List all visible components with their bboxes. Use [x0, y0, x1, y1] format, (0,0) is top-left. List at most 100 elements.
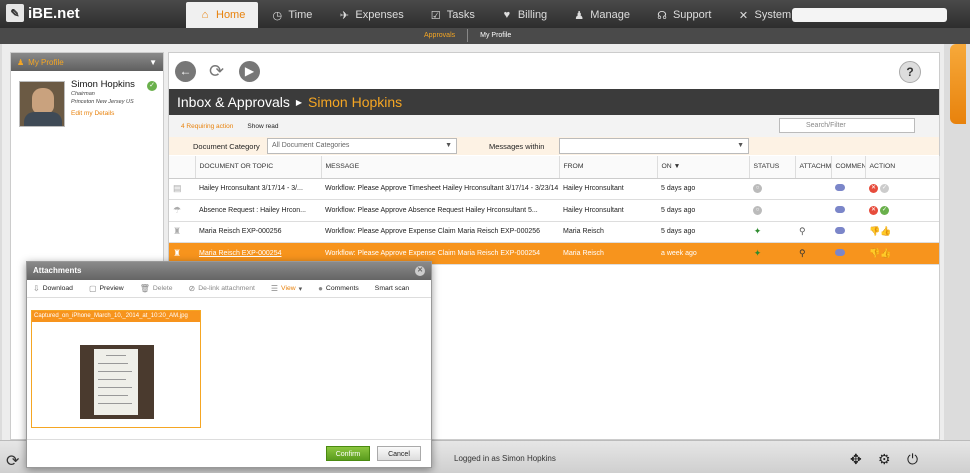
- messages-within-label: Messages within: [489, 141, 545, 151]
- comment-icon[interactable]: [835, 227, 845, 235]
- expense-icon: ♜: [173, 226, 182, 237]
- refresh-button[interactable]: ⟳: [206, 61, 227, 82]
- nav-tasks[interactable]: ☑ Tasks: [417, 2, 488, 28]
- doc-category-select[interactable]: All Document Categories ▼: [267, 138, 457, 154]
- sub-nav: Approvals My Profile: [412, 28, 523, 44]
- preview-button[interactable]: ▢ Preview: [89, 284, 124, 293]
- smart-scan-button[interactable]: Smart scan: [375, 285, 409, 292]
- delink-button[interactable]: ⊘ De-link attachment: [189, 284, 255, 293]
- comment-icon[interactable]: [835, 205, 845, 213]
- absence-icon: ☂: [173, 204, 182, 215]
- profile-location: Princeton New Jersey US: [71, 99, 134, 105]
- gear-icon[interactable]: ⚙: [878, 451, 891, 468]
- col-action[interactable]: ACTION: [865, 156, 940, 179]
- filter-bar: 4 Requiring action Show read Search/Filt…: [169, 115, 939, 137]
- pending-status-icon: ○: [753, 205, 762, 215]
- col-on[interactable]: ON ▼: [657, 156, 750, 179]
- messages-within-select[interactable]: ▼: [559, 138, 749, 154]
- cancel-button[interactable]: Cancel: [377, 446, 421, 461]
- download-icon: ⇩: [33, 284, 40, 293]
- attachments-dialog: Attachments ✕ ⇩ Download ▢ Preview 🗑 Delete…: [26, 261, 432, 468]
- tools-icon: ✕: [738, 9, 749, 22]
- sort-down-icon: ▼: [673, 163, 681, 171]
- search-filter-input[interactable]: Search/Filter: [779, 118, 915, 133]
- top-bar: ✎ iBE.net ⌂ Home ◷ Time ✈ Expenses ☑ Tasks ♥…: [0, 0, 970, 28]
- trash-icon: 🗑: [139, 284, 150, 293]
- dialog-header[interactable]: Attachments ✕: [27, 262, 431, 280]
- clock-icon: ◷: [272, 9, 283, 22]
- doc-category-label: Document Category: [193, 141, 260, 151]
- col-message[interactable]: MESSAGE: [321, 156, 560, 179]
- comment-icon[interactable]: [835, 248, 845, 256]
- download-button[interactable]: ⇩ Download: [33, 284, 73, 293]
- attachment-filename: Captured_on_iPhone_March_10,_2014_at_10:…: [32, 311, 200, 322]
- chevron-down-icon: ▼: [445, 142, 452, 149]
- attachment-thumbnail[interactable]: Captured_on_iPhone_March_10,_2014_at_10:…: [31, 310, 201, 428]
- refresh-icon[interactable]: ⟳: [6, 451, 19, 471]
- side-tab[interactable]: [950, 44, 966, 124]
- avatar: [19, 81, 65, 127]
- heart-icon: ♥: [503, 9, 511, 21]
- col-from[interactable]: FROM: [559, 156, 658, 179]
- thumbs-icon[interactable]: 👎👍: [869, 248, 891, 258]
- view-dropdown[interactable]: ☰ View ▾: [271, 284, 302, 293]
- comment-icon[interactable]: [835, 184, 845, 192]
- nav-time[interactable]: ◷ Time: [258, 2, 325, 28]
- page-title: Inbox & Approvals: [177, 94, 290, 110]
- col-document[interactable]: DOCUMENT OR TOPIC: [195, 156, 322, 179]
- edit-details-link[interactable]: Edit my Details: [71, 110, 114, 117]
- document-link[interactable]: Maria Reisch EXP-000254: [199, 250, 282, 257]
- nav-billing[interactable]: ♥ Billing: [488, 2, 560, 28]
- table-row[interactable]: ▤ Hailey Hrconsultant 3/17/14 - 3/... Wo…: [169, 178, 939, 200]
- unlink-icon: ⊘: [188, 284, 196, 293]
- approve-icon[interactable]: ✓: [880, 205, 889, 215]
- expense-icon: ♜: [173, 247, 182, 258]
- delete-button[interactable]: 🗑 Delete: [140, 284, 173, 293]
- reject-icon[interactable]: ✕: [869, 205, 878, 215]
- table-row[interactable]: ☂ Absence Request : Hailey Hrcon... Work…: [169, 199, 939, 222]
- col-attachment[interactable]: ATTACHM: [795, 156, 832, 179]
- question-icon: ?: [906, 65, 914, 79]
- chevron-down-icon: ▼: [149, 57, 157, 67]
- table-header: DOCUMENT OR TOPIC MESSAGE FROM ON ▼ STAT…: [169, 156, 940, 179]
- help-button[interactable]: ?: [899, 61, 921, 83]
- move-icon[interactable]: ✥: [850, 451, 862, 468]
- global-search-input[interactable]: [792, 8, 947, 22]
- chevron-down-icon: ▼: [737, 142, 744, 149]
- forward-button[interactable]: ▶: [239, 61, 260, 82]
- close-icon[interactable]: ✕: [415, 266, 425, 276]
- preview-icon: ▢: [88, 284, 97, 293]
- thumbs-icon[interactable]: 👎👍: [869, 226, 891, 236]
- requiring-action-filter[interactable]: 4 Requiring action: [181, 123, 233, 130]
- nav-support[interactable]: ☊ Support: [643, 2, 725, 28]
- refresh-icon: ⟳: [208, 61, 225, 81]
- logo-text: iBE.net: [28, 4, 80, 22]
- home-icon: ⌂: [201, 9, 209, 21]
- show-read-filter[interactable]: Show read: [247, 123, 278, 130]
- list-icon: ☰: [270, 284, 279, 293]
- approve-icon[interactable]: ✓: [880, 184, 889, 194]
- table-row[interactable]: ♜ Maria Reisch EXP-000256 Workflow: Plea…: [169, 221, 939, 243]
- app-logo[interactable]: ✎ iBE.net: [6, 4, 80, 22]
- col-icon: [169, 156, 196, 179]
- nav-expenses[interactable]: ✈ Expenses: [325, 2, 416, 28]
- reject-icon[interactable]: ✕: [869, 184, 878, 194]
- nav-home[interactable]: ⌂ Home: [186, 2, 259, 28]
- power-icon[interactable]: ⏻: [907, 451, 918, 468]
- arrow-left-icon: ←: [179, 64, 192, 78]
- comments-button[interactable]: ● Comments: [318, 284, 359, 293]
- user-icon: ♟: [17, 57, 25, 67]
- subnav-my-profile[interactable]: My Profile: [468, 29, 523, 42]
- chevron-down-icon: ▾: [298, 285, 303, 293]
- profile-header[interactable]: ♟ My Profile ▼: [11, 53, 163, 71]
- col-status[interactable]: STATUS: [749, 156, 796, 179]
- nav-manage[interactable]: ♟ Manage: [560, 2, 643, 28]
- subnav-approvals[interactable]: Approvals: [412, 29, 469, 42]
- col-comment[interactable]: COMMENT: [831, 156, 866, 179]
- paperclip-icon[interactable]: ⚲: [799, 248, 806, 258]
- paperclip-icon[interactable]: ⚲: [799, 226, 806, 236]
- confirm-button[interactable]: Confirm: [326, 446, 370, 461]
- dialog-toolbar: ⇩ Download ▢ Preview 🗑 Delete ⊘ De-link atta…: [27, 280, 431, 298]
- category-bar: Document Category All Document Categorie…: [169, 137, 939, 155]
- back-button[interactable]: ←: [175, 61, 196, 82]
